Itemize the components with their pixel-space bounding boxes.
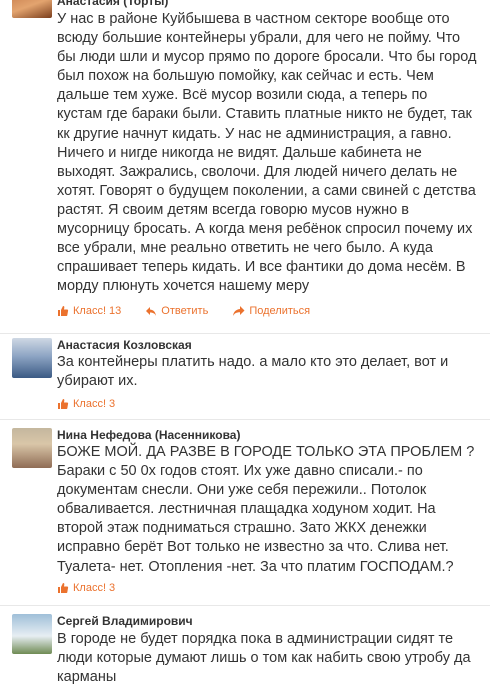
comment-actions: Класс! 13 Ответить Поделиться	[57, 305, 334, 317]
avatar[interactable]	[12, 338, 52, 378]
share-arrow-icon	[233, 306, 245, 316]
thumbs-up-icon	[58, 306, 69, 316]
like-button[interactable]: Класс! 13	[57, 305, 121, 317]
avatar[interactable]	[12, 0, 52, 18]
comment-actions: Класс! 3	[57, 398, 139, 410]
comment-author[interactable]: Сергей Владимирович	[57, 614, 193, 628]
comment-text: БОЖЕ МОЙ. ДА РАЗВЕ В ГОРОДЕ ТОЛЬКО ЭТА П…	[57, 444, 475, 575]
share-button[interactable]: Поделиться	[232, 305, 310, 317]
reply-button[interactable]: Ответить	[145, 305, 208, 317]
like-count-label: Класс! 3	[73, 582, 116, 594]
comment-author[interactable]: Нина Нефедова (Насенникова)	[57, 428, 240, 442]
divider	[0, 333, 490, 334]
like-count-label: Класс! 3	[73, 398, 116, 410]
comment-text: У нас в районе Куйбышева в частном секто…	[57, 11, 477, 295]
comment-text: В городе не будет порядка пока в админис…	[57, 631, 471, 686]
like-count-label: Класс! 13	[73, 305, 122, 317]
reply-label: Ответить	[161, 305, 209, 317]
divider	[0, 419, 490, 420]
like-button[interactable]: Класс! 3	[57, 582, 115, 594]
avatar[interactable]	[12, 428, 52, 468]
share-label: Поделиться	[249, 305, 311, 317]
reply-icon	[146, 307, 157, 316]
like-button[interactable]: Класс! 3	[57, 398, 115, 410]
divider	[0, 605, 490, 606]
thumbs-up-icon	[58, 583, 69, 593]
comment-author[interactable]: Анастасия (Торты)	[57, 0, 168, 8]
comment-author[interactable]: Анастасия Козловская	[57, 338, 192, 352]
avatar[interactable]	[12, 614, 52, 654]
comment-actions: Класс! 3	[57, 582, 139, 594]
thumbs-up-icon	[58, 399, 69, 409]
comment-text: За контейнеры платить надо. а мало кто э…	[57, 354, 449, 390]
